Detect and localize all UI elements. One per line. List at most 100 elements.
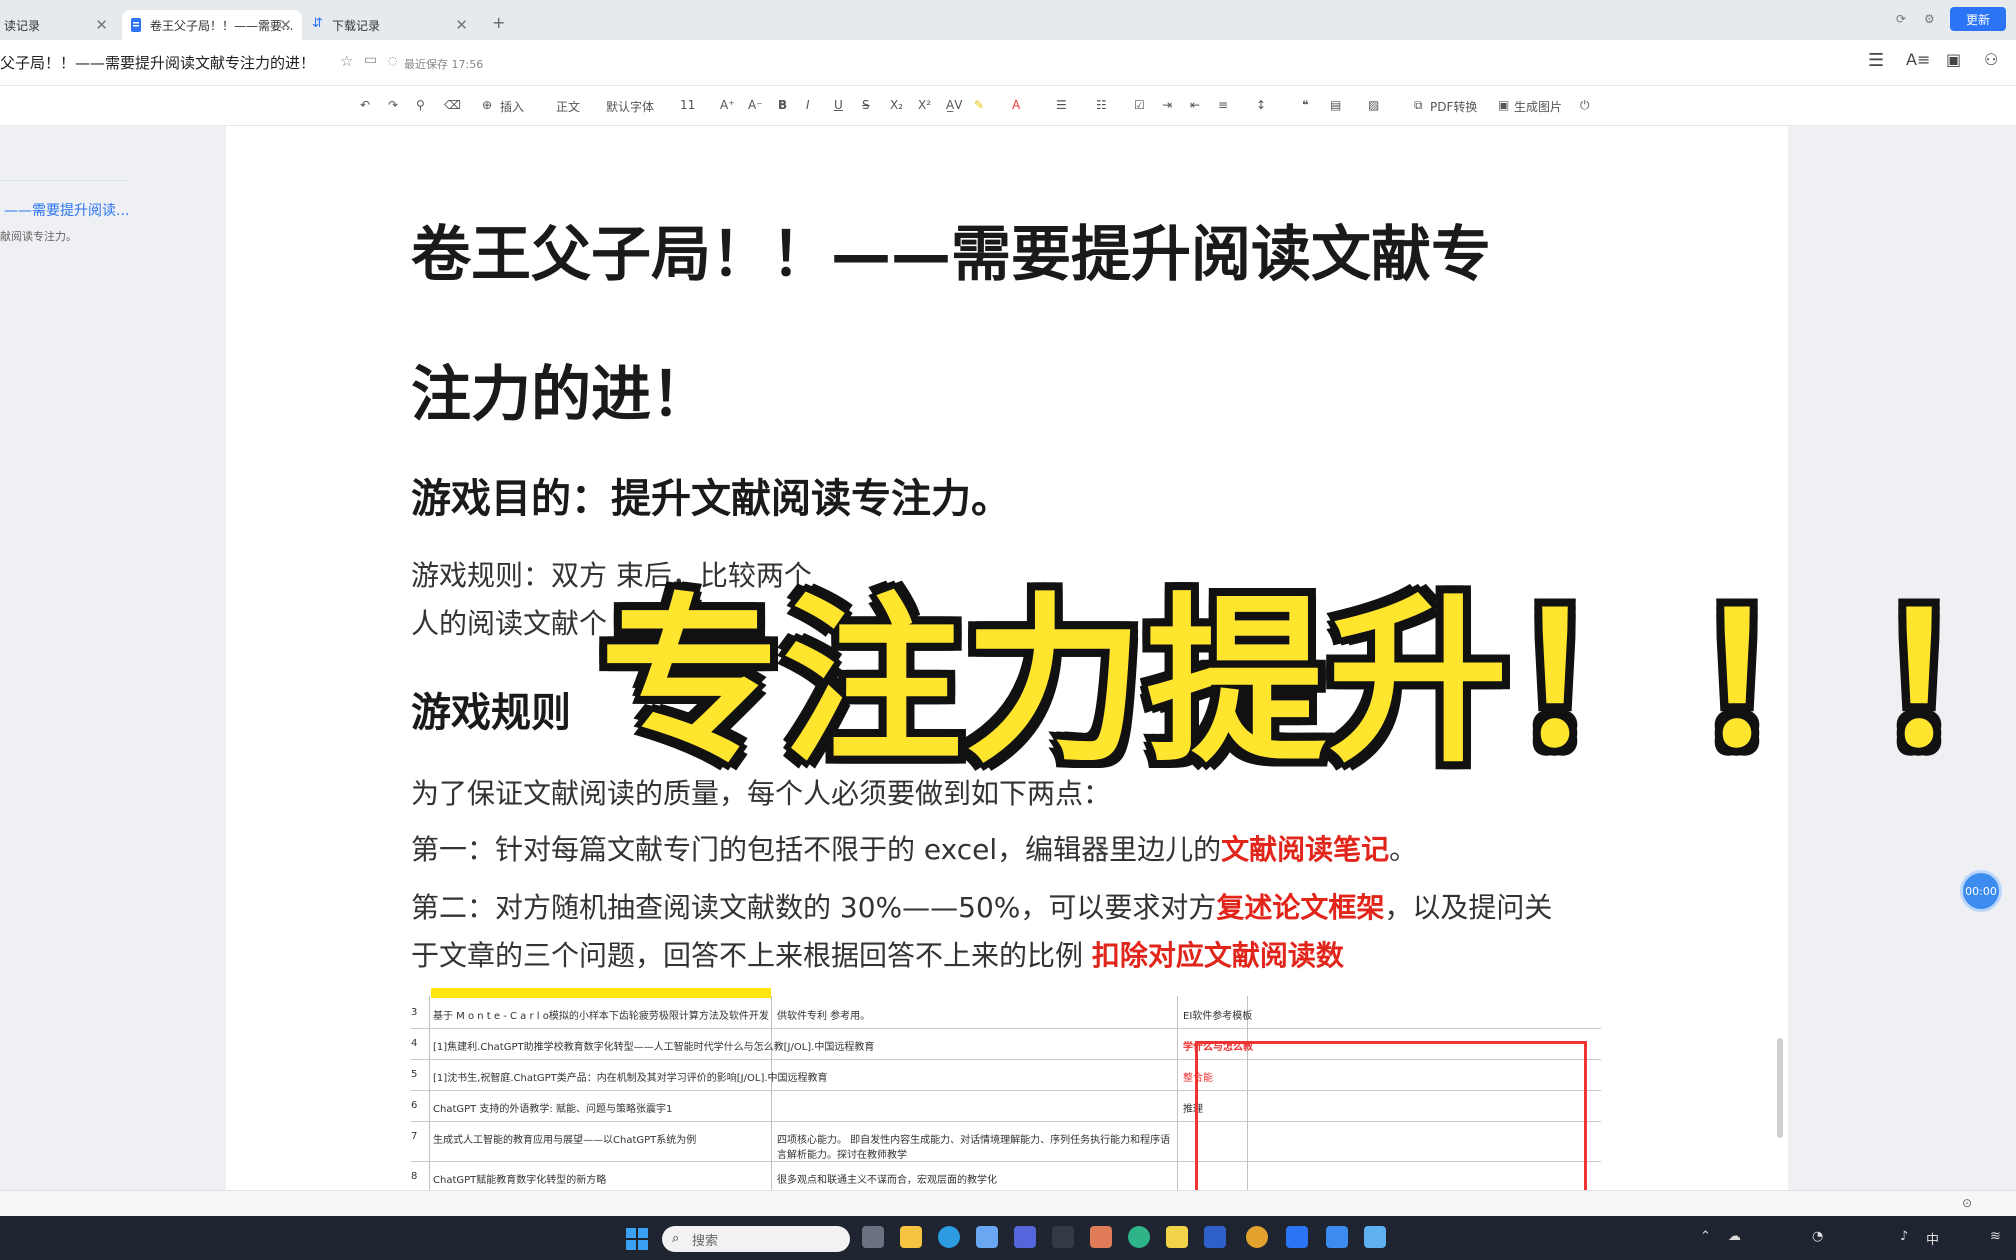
checklist-icon[interactable]: ☑ [1134,98,1145,112]
tab-download-record[interactable]: ⇵ 下载记录 ✕ [306,10,478,40]
star-icon[interactable]: ☆ [340,52,353,70]
font-family-select[interactable]: 默认字体 [606,98,654,115]
undo-icon[interactable]: ↶ [360,98,370,112]
present-icon[interactable]: ▣ [1946,50,1961,69]
italic-icon[interactable]: I [806,98,810,112]
document-icon [131,18,141,32]
plugin-icon[interactable]: ⏻ [1580,98,1590,113]
close-icon[interactable]: ✕ [455,16,468,34]
tab-label: 读记录 [4,18,41,33]
align-icon[interactable]: ≡ [1218,98,1228,112]
strikethrough-icon[interactable]: S [862,98,870,112]
table-header-highlight [431,988,771,998]
cell-title: [1]焦建利.ChatGPT助推学校教育数字化转型——人工智能时代学什么与怎么教… [433,1042,875,1053]
tab-current-doc[interactable]: 卷王父子局！！——需要... ✕ [122,10,302,40]
outline-item[interactable]: ——需要提升阅读... [4,200,129,220]
app-icon[interactable] [1326,1226,1348,1248]
wifi-icon[interactable]: ≋ [1990,1229,2001,1244]
second-rule-paragraph: 第二：对方随机抽查阅读文献数的 30%——50%，可以要求对方复述论文框架，以及… [411,886,1552,926]
close-icon[interactable]: ✕ [95,16,108,34]
taskbar-search[interactable]: ⌕ 搜索 [662,1226,850,1252]
share-user-icon[interactable]: ⚇ [1984,50,1998,69]
first-rule-end: 。 [1389,833,1418,866]
format-painter-icon[interactable]: ⚲ [416,98,425,112]
app-icon[interactable] [1090,1226,1112,1248]
text-format-icon[interactable]: A≡ [1906,50,1930,69]
row-number: 3 [411,1007,418,1018]
terminal-icon[interactable] [1052,1226,1074,1248]
insert-icon: ⊕ [482,98,493,112]
wechat-icon[interactable]: ◔ [1812,1229,1823,1244]
search-icon: ⌕ [672,1231,680,1246]
second-rule-end: ，以及提问关 [1384,891,1553,924]
globe-icon[interactable] [1128,1226,1150,1248]
line-spacing-icon[interactable]: ↕ [1256,98,1266,112]
cell-title: ChatGPT 支持的外语教学: 赋能、问题与策略张震宇1 [433,1104,673,1115]
indent-icon[interactable]: ⇥ [1162,98,1172,112]
document-heading: 卷王父子局！！——需要提升阅读文献专 [411,220,1491,290]
row-number: 8 [411,1171,418,1182]
decrease-font-icon[interactable]: A⁻ [748,98,763,112]
numbered-list-icon[interactable]: ☷ [1096,98,1107,112]
file-explorer-icon[interactable] [900,1226,922,1248]
save-status: 最近保存 17:56 [404,58,484,71]
app-icon[interactable] [1014,1226,1036,1248]
third-rule-text: 于文章的三个问题，回答不上来根据回答不上来的比例 [411,939,1092,972]
download-icon: ⇵ [312,16,323,31]
folder-icon[interactable]: ▭ [364,52,377,68]
microphone-icon[interactable]: ♪ [1900,1229,1908,1244]
app-icon[interactable] [976,1226,998,1248]
cloud-icon[interactable]: ☁ [1728,1229,1741,1244]
divider-icon[interactable]: ▤ [1330,98,1341,112]
status-icon[interactable]: ⊙ [1962,1196,1972,1210]
recording-timer[interactable]: 00:00 [1960,870,2002,912]
task-view-icon[interactable] [862,1226,884,1248]
font-color-icon[interactable]: A [1012,98,1020,112]
ime-indicator[interactable]: 中 [1926,1229,1939,1248]
first-rule-text: 第一：针对每篇文献专门的包括不限于的 excel，编辑器里边儿的 [411,833,1222,866]
cell-note: 供软件专利 参考用。 [777,1011,871,1022]
quote-icon[interactable]: ❝ [1302,98,1308,112]
tab-label: 下载记录 [332,18,381,33]
edge-browser-icon[interactable] [938,1226,960,1248]
pdf-convert-button[interactable]: PDF转换 [1430,98,1477,115]
underline-icon[interactable]: U [834,98,843,112]
insert-button[interactable]: 插入 [500,98,524,115]
new-tab-icon[interactable]: + [492,13,505,32]
eraser-icon[interactable]: ⌫ [444,98,461,112]
spellcheck-icon[interactable]: A̲V [946,98,962,112]
close-icon[interactable]: ✕ [279,16,292,34]
app-icon[interactable] [1286,1226,1308,1248]
tab-reading-record[interactable]: 读记录 ✕ [0,10,118,40]
outdent-icon[interactable]: ⇤ [1190,98,1200,112]
word-icon[interactable] [1204,1226,1226,1248]
font-size-select[interactable]: 11 [680,98,695,112]
increase-font-icon[interactable]: A⁺ [720,98,735,112]
bold-icon[interactable]: B [778,98,787,112]
app-icon[interactable] [1364,1226,1386,1248]
redo-icon[interactable]: ↷ [388,98,398,112]
taskbar: ⌕ 搜索 ⌃ ☁ ◔ ♪ 中 ≋ [0,1216,2016,1260]
chrome-icon[interactable] [1246,1226,1268,1248]
sticky-notes-icon[interactable] [1166,1226,1188,1248]
generate-image-button[interactable]: 生成图片 [1514,98,1562,115]
subscript-icon[interactable]: X₂ [890,98,903,112]
search-placeholder: 搜索 [692,1233,719,1249]
menu-icon[interactable]: ☰ [1868,50,1884,71]
image-insert-icon[interactable]: ▨ [1368,98,1379,112]
bullet-list-icon[interactable]: ☰ [1056,98,1067,112]
first-rule-paragraph: 第一：针对每篇文献专门的包括不限于的 excel，编辑器里边儿的文献阅读笔记。 [411,828,1417,868]
heading-rules: 游戏规则 [411,690,571,736]
superscript-icon[interactable]: X² [918,98,931,112]
third-rule-paragraph: 于文章的三个问题，回答不上来根据回答不上来的比例 扣除对应文献阅读数 [411,934,1344,974]
settings-icon[interactable]: ⚙ [1924,12,1935,26]
outline-subitem[interactable]: 献阅读专注力。 [0,228,77,244]
refresh-icon[interactable]: ⟳ [1896,12,1906,26]
overlay-caption: 专注力提升！！！ [600,578,2016,787]
update-button[interactable]: 更新 [1950,7,2006,31]
windows-start-icon[interactable] [626,1228,648,1250]
document-title[interactable]: 父子局！！——需要提升阅读文献专注力的进！ [0,52,315,73]
paragraph-style-select[interactable]: 正文 [556,98,580,115]
tray-chevron-icon[interactable]: ⌃ [1700,1229,1711,1244]
highlight-icon[interactable]: ✎ [974,98,984,112]
